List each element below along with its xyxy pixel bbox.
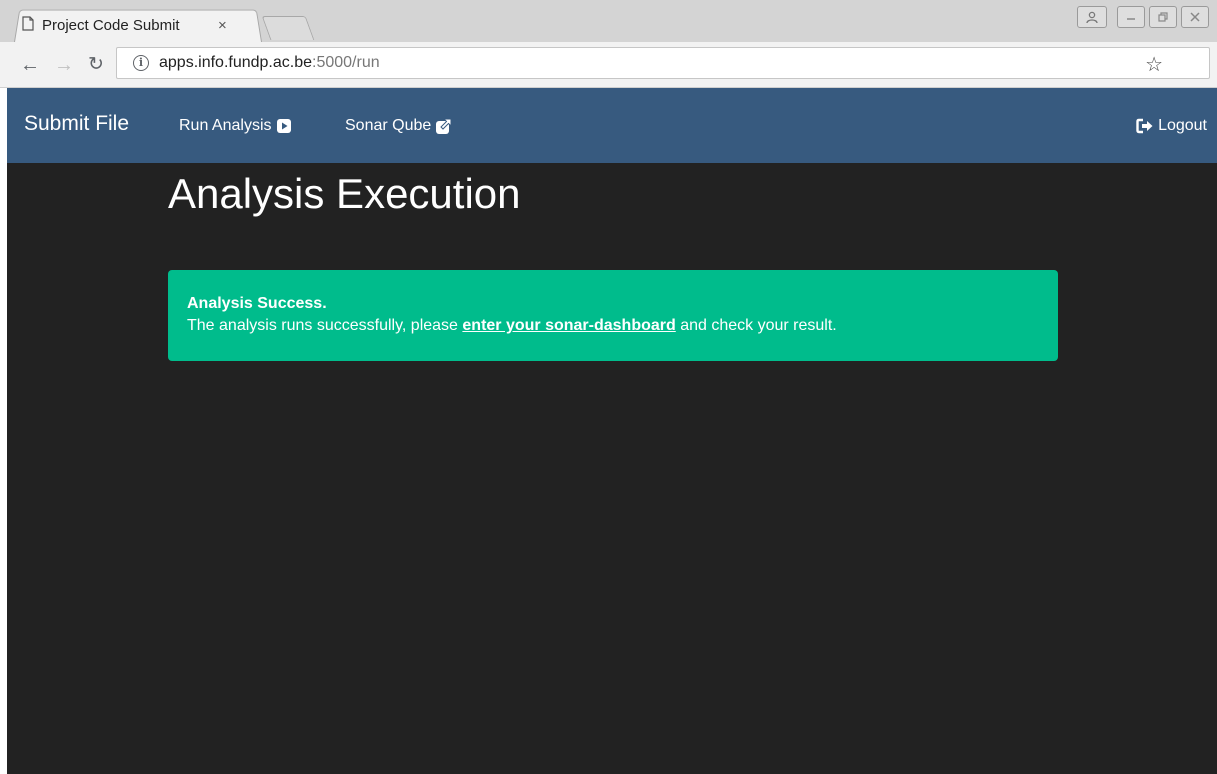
minimize-icon[interactable] bbox=[1117, 6, 1145, 28]
nav-run-analysis[interactable]: Run Analysis bbox=[179, 117, 292, 135]
restore-icon[interactable] bbox=[1149, 6, 1177, 28]
tab-close-icon[interactable]: × bbox=[218, 17, 227, 34]
browser-tab-content[interactable]: Project Code Submit × bbox=[22, 10, 227, 40]
nav-logout-label: Logout bbox=[1158, 117, 1207, 134]
url-host: apps.info.fundp.ac.be bbox=[159, 54, 313, 71]
alert-text-after: and check your result. bbox=[675, 317, 837, 334]
star-icon[interactable]: ☆ bbox=[1145, 52, 1163, 77]
tab-title: Project Code Submit bbox=[42, 16, 180, 34]
page-body: Submit File Run Analysis Sonar Qube Logo… bbox=[7, 88, 1217, 774]
sign-out-icon bbox=[1136, 118, 1154, 134]
reload-icon[interactable]: ↻ bbox=[88, 54, 104, 76]
browser-chrome: Project Code Submit × ← → ↻ i apps.info.… bbox=[0, 0, 1217, 88]
nav-sonar-qube-label: Sonar Qube bbox=[345, 117, 432, 134]
sonar-dashboard-link[interactable]: enter your sonar-dashboard bbox=[462, 317, 675, 334]
nav-sonar-qube[interactable]: Sonar Qube bbox=[345, 117, 452, 135]
address-bar[interactable]: i apps.info.fundp.ac.be:5000/run ☆ ⋮ bbox=[116, 47, 1210, 79]
back-arrow-icon[interactable]: ← bbox=[20, 54, 40, 76]
url-path: :5000/run bbox=[312, 54, 380, 71]
alert-heading-text: Analysis Success. bbox=[187, 295, 327, 312]
forward-arrow-icon[interactable]: → bbox=[54, 54, 74, 76]
window-controls bbox=[1077, 6, 1209, 28]
url-text[interactable]: apps.info.fundp.ac.be:5000/run bbox=[159, 54, 380, 72]
page-icon bbox=[22, 15, 34, 35]
close-window-icon[interactable] bbox=[1181, 6, 1209, 28]
new-tab-button[interactable] bbox=[261, 16, 315, 40]
info-icon[interactable]: i bbox=[133, 55, 149, 71]
page-title: Analysis Execution bbox=[168, 170, 521, 217]
nav-run-analysis-label: Run Analysis bbox=[179, 117, 272, 134]
alert-text-before: The analysis runs successfully, please bbox=[187, 317, 463, 334]
brand-link[interactable]: Submit File bbox=[24, 112, 129, 136]
nav-logout[interactable]: Logout bbox=[1136, 117, 1207, 135]
user-profile-icon[interactable] bbox=[1077, 6, 1107, 28]
tab-strip: Project Code Submit × bbox=[0, 0, 1217, 42]
browser-toolbar: ← → ↻ i apps.info.fundp.ac.be:5000/run ☆… bbox=[0, 42, 1217, 88]
alert-heading: Analysis Success. bbox=[187, 293, 1039, 315]
top-navbar: Submit File Run Analysis Sonar Qube Logo… bbox=[7, 88, 1217, 163]
success-alert: Analysis Success. The analysis runs succ… bbox=[168, 270, 1058, 361]
play-square-icon bbox=[276, 118, 292, 134]
external-link-square-icon bbox=[435, 118, 452, 135]
alert-message: The analysis runs successfully, please e… bbox=[187, 315, 1039, 337]
